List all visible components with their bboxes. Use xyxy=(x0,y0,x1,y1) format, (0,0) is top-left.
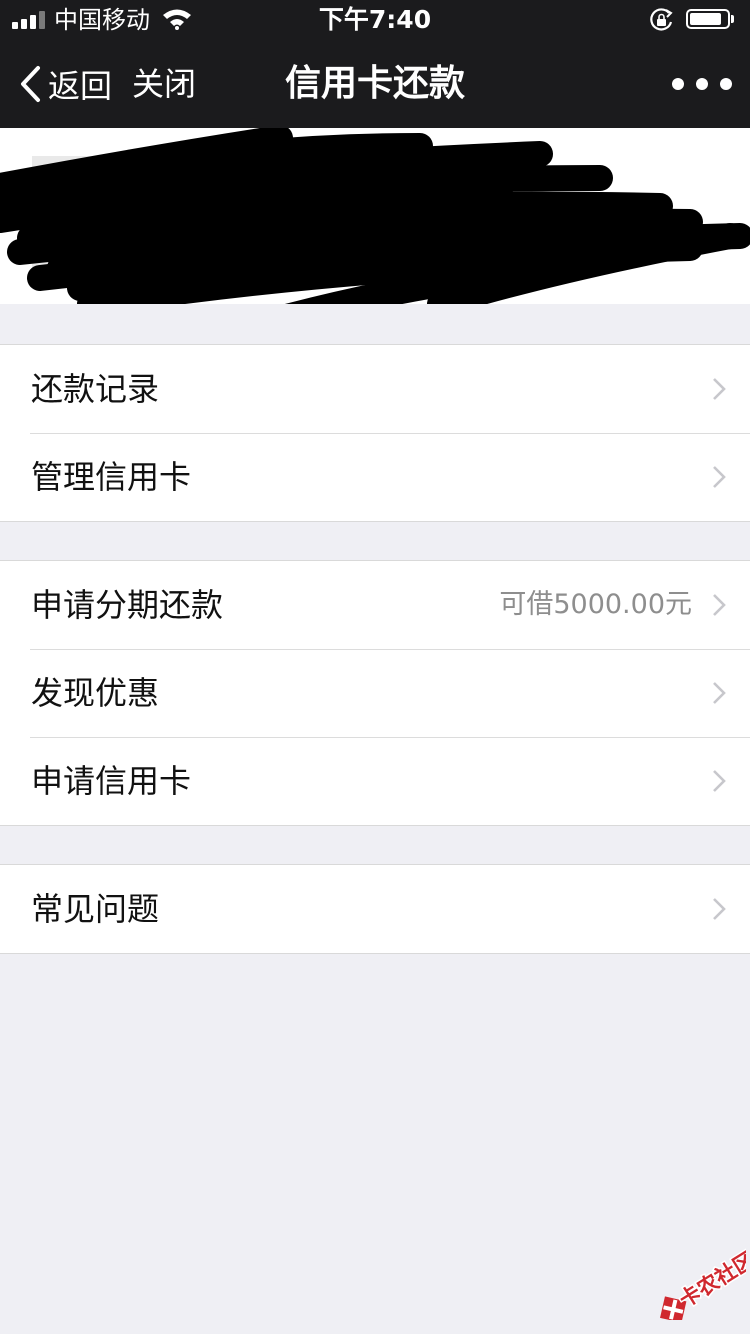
status-bar: 中国移动 下午7:40 xyxy=(0,0,750,40)
chevron-right-icon xyxy=(713,770,726,792)
row-label: 申请信用卡 xyxy=(31,762,192,800)
chevron-right-icon xyxy=(713,594,726,616)
battery-level xyxy=(690,13,721,25)
menu-group-services: 申请分期还款 可借5000.00元 发现优惠 申请信用卡 xyxy=(0,560,750,826)
menu-group-records: 还款记录 管理信用卡 xyxy=(0,344,750,522)
row-label: 常见问题 xyxy=(31,890,160,928)
menu-group-help: 常见问题 xyxy=(0,864,750,954)
row-label: 申请分期还款 xyxy=(31,586,224,624)
more-dot-icon xyxy=(696,78,708,90)
chevron-right-icon xyxy=(713,466,726,488)
watermark-logo: 卡农社区 卡农社区 xyxy=(660,1246,746,1320)
available-credit-text: 可借5000.00元 xyxy=(499,589,692,620)
page-title: 信用卡还款 xyxy=(284,63,465,104)
row-label: 还款记录 xyxy=(31,370,160,408)
more-options-button[interactable] xyxy=(672,68,732,100)
repayment-records-item[interactable]: 还款记录 xyxy=(0,345,750,433)
chevron-right-icon xyxy=(713,898,726,920)
installment-repayment-item[interactable]: 申请分期还款 可借5000.00元 xyxy=(0,561,750,649)
more-dot-icon xyxy=(672,78,684,90)
nav-bar: 返回 关闭 信用卡还款 xyxy=(0,40,750,128)
row-label: 管理信用卡 xyxy=(31,458,192,496)
more-dot-icon xyxy=(720,78,732,90)
battery-icon xyxy=(686,9,730,29)
discover-offers-item[interactable]: 发现优惠 xyxy=(0,649,750,737)
redaction-scribble xyxy=(0,128,750,304)
status-time: 下午7:40 xyxy=(318,5,432,34)
faq-item[interactable]: 常见问题 xyxy=(0,865,750,953)
chevron-right-icon xyxy=(713,378,726,400)
rotation-lock-icon xyxy=(649,8,675,36)
row-label: 发现优惠 xyxy=(31,674,160,712)
account-card xyxy=(0,128,750,304)
battery-tip xyxy=(731,15,734,23)
chevron-right-icon xyxy=(713,682,726,704)
apply-credit-card-item[interactable]: 申请信用卡 xyxy=(0,737,750,825)
manage-credit-card-item[interactable]: 管理信用卡 xyxy=(0,433,750,521)
svg-text:卡农社区: 卡农社区 xyxy=(675,1247,746,1312)
